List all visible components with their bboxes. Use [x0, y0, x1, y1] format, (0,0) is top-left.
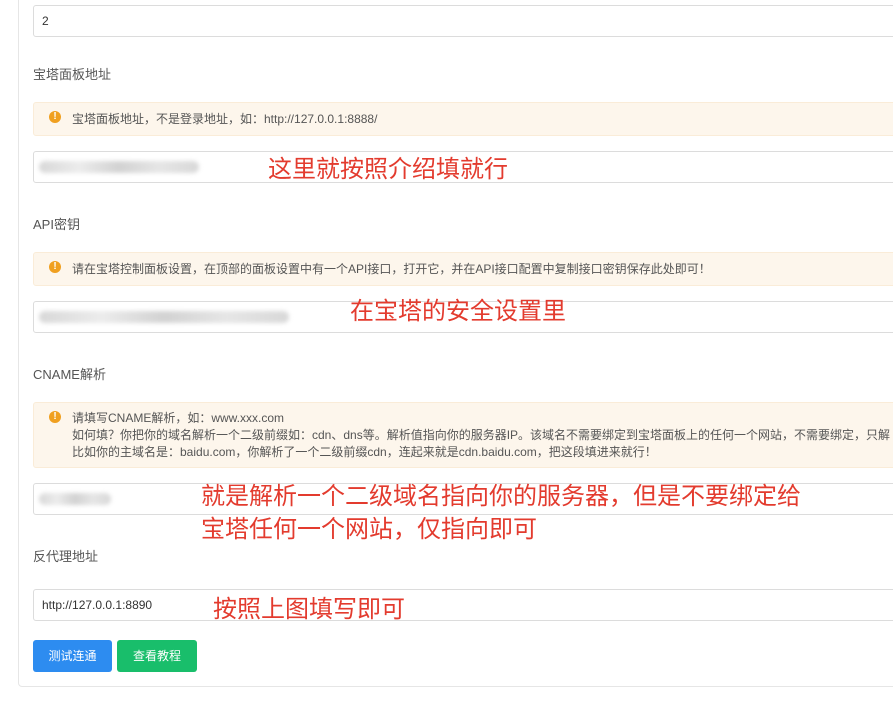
- panel-url-annotation: 这里就按照介绍填就行: [268, 155, 508, 183]
- redacted-value: [39, 493, 111, 505]
- api-key-hint: 请在宝塔控制面板设置，在顶部的面板设置中有一个API接口，打开它，并在API接口…: [72, 262, 711, 276]
- cname-annotation-line1: 就是解析一个二级域名指向你的服务器，但是不要绑定给: [201, 482, 801, 510]
- cname-annotation-line2: 宝塔任何一个网站，仅指向即可: [201, 515, 537, 543]
- panel-url-label: 宝塔面板地址: [33, 67, 112, 82]
- cname-hint-line3: 比如你的主域名是：baidu.com，你解析了一个二级前缀cdn，连起来就是cd…: [72, 445, 657, 459]
- proxy-label: 反代理地址: [33, 549, 99, 564]
- cname-alert: ! 请填写CNAME解析，如：www.xxx.com 如何填？你把你的域名解析一…: [33, 402, 893, 468]
- redacted-value: [39, 161, 199, 173]
- cname-label: CNAME解析: [33, 367, 106, 382]
- api-key-alert: ! 请在宝塔控制面板设置，在顶部的面板设置中有一个API接口，打开它，并在API…: [33, 252, 893, 286]
- proxy-value: http://127.0.0.1:8890: [42, 598, 153, 612]
- api-key-label: API密钥: [33, 217, 80, 232]
- view-tutorial-button[interactable]: 查看教程: [117, 640, 197, 672]
- warning-icon: !: [49, 111, 61, 123]
- proxy-annotation: 按照上图填写即可: [213, 595, 405, 623]
- redacted-value: [39, 311, 289, 323]
- panel-url-hint: 宝塔面板地址，不是登录地址，如：http://127.0.0.1:8888/: [72, 112, 378, 126]
- top-value-text: 2: [42, 14, 49, 28]
- warning-icon: !: [49, 411, 61, 423]
- api-key-annotation: 在宝塔的安全设置里: [350, 297, 566, 325]
- test-connection-button[interactable]: 测试连通: [33, 640, 112, 672]
- panel-url-alert: ! 宝塔面板地址，不是登录地址，如：http://127.0.0.1:8888/: [33, 102, 893, 136]
- top-value-field[interactable]: 2: [33, 5, 893, 37]
- warning-icon: !: [49, 261, 61, 273]
- proxy-input[interactable]: http://127.0.0.1:8890: [33, 589, 893, 621]
